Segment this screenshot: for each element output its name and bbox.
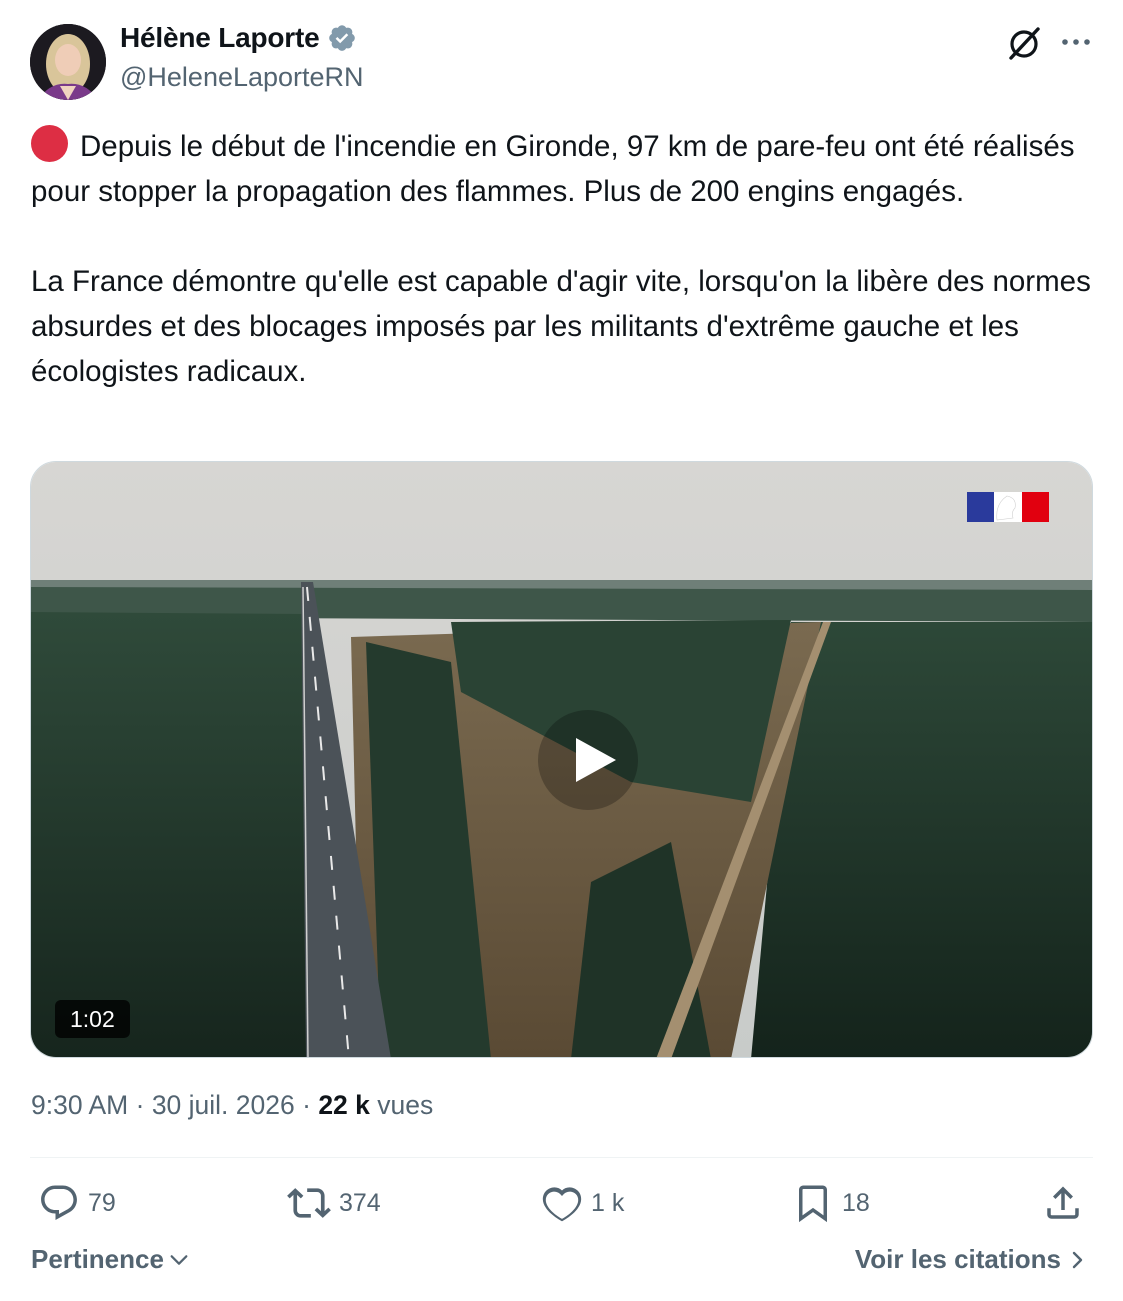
verified-badge-icon [329,25,356,51]
bookmark-button[interactable]: 18 [792,1180,870,1226]
views-label: vues [377,1090,434,1120]
repost-icon [287,1188,331,1218]
repost-count: 374 [339,1188,381,1217]
tweet-paragraph-2: La France démontre qu'elle est capable d… [31,265,1091,388]
chevron-right-icon [1072,1251,1083,1268]
meta-separator: · [135,1090,145,1120]
sort-dropdown[interactable]: Pertinence [31,1244,190,1275]
video-player[interactable]: 1:02 [30,461,1093,1058]
red-circle-icon [31,125,68,162]
author-handle[interactable]: @HeleneLaporteRN [120,62,364,93]
author-name[interactable]: Hélène Laporte [120,22,320,54]
repost-button[interactable]: 374 [287,1180,381,1226]
play-button[interactable] [538,710,638,810]
more-options-icon[interactable] [1058,24,1094,60]
tweet-meta: 9:30 AM · 30 juil. 2026 · 22 k vues [31,1090,433,1121]
video-duration-badge: 1:02 [55,1000,130,1038]
grok-icon[interactable] [1005,24,1043,62]
author-name-row[interactable]: Hélène Laporte [120,22,357,54]
reply-count: 79 [88,1188,116,1217]
gov-flag-logo [967,492,1049,522]
bookmark-count: 18 [842,1188,870,1217]
play-icon [576,738,616,782]
views-count: 22 k [318,1090,370,1120]
like-count: 1 k [591,1188,625,1217]
meta-separator: · [302,1090,311,1120]
heart-icon [542,1187,582,1222]
reply-button[interactable]: 79 [38,1180,116,1226]
sort-label: Pertinence [31,1244,164,1274]
tweet-paragraph: La France démontre qu'elle est capable d… [31,259,1101,394]
like-button[interactable]: 1 k [541,1180,624,1226]
share-icon [1047,1186,1079,1219]
tweet-paragraph-1: Depuis le début de l'incendie en Gironde… [31,130,1075,208]
chevron-down-icon [170,1254,188,1265]
tweet-time[interactable]: 9:30 AM [31,1090,128,1120]
reply-icon [41,1185,77,1220]
quotes-label: Voir les citations [854,1244,1061,1274]
share-button[interactable] [1042,1180,1084,1226]
view-quotes-link[interactable]: Voir les citations [855,1244,1087,1275]
tweet-date[interactable]: 30 juil. 2026 [152,1090,295,1120]
avatar[interactable] [30,24,106,100]
divider [30,1157,1093,1158]
tweet-paragraph: Depuis le début de l'incendie en Gironde… [31,124,1101,214]
bookmark-icon [799,1185,827,1223]
tweet-text: Depuis le début de l'incendie en Gironde… [31,124,1101,394]
